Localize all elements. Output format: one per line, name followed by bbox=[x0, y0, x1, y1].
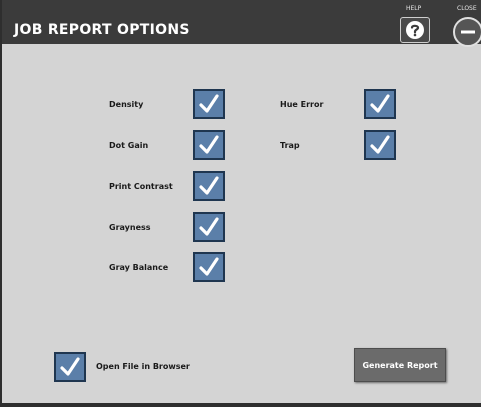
option-gray-balance-label: Gray Balance bbox=[109, 263, 169, 272]
option-dot-gain-label: Dot Gain bbox=[109, 141, 149, 150]
checkmark-icon bbox=[199, 257, 219, 276]
help-question-icon bbox=[406, 21, 424, 39]
help-caption: HELP bbox=[406, 5, 422, 12]
option-print-contrast-label: Print Contrast bbox=[109, 182, 173, 191]
report-options-window: JOB REPORT OPTIONS HELP CLOSE Density Do… bbox=[0, 0, 481, 407]
open-in-browser-checkbox[interactable] bbox=[54, 352, 86, 382]
checkmark-icon bbox=[199, 135, 219, 154]
option-hue-error-checkbox[interactable] bbox=[364, 89, 396, 119]
checkmark-icon bbox=[199, 94, 219, 113]
window-title: JOB REPORT OPTIONS bbox=[14, 22, 190, 38]
checkmark-icon bbox=[199, 217, 219, 236]
title-bar: JOB REPORT OPTIONS HELP CLOSE bbox=[2, 0, 481, 47]
checkmark-icon bbox=[60, 357, 80, 376]
option-dot-gain-checkbox[interactable] bbox=[193, 130, 225, 160]
bottom-border bbox=[2, 403, 481, 407]
option-density-label: Density bbox=[109, 100, 144, 109]
checkmark-icon bbox=[370, 135, 390, 154]
checkmark-icon bbox=[199, 176, 219, 195]
option-grayness-checkbox[interactable] bbox=[193, 212, 225, 242]
close-caption: CLOSE bbox=[457, 5, 477, 12]
checkmark-icon bbox=[370, 94, 390, 113]
option-density-checkbox[interactable] bbox=[193, 89, 225, 119]
open-in-browser-label: Open File in Browser bbox=[96, 362, 190, 371]
option-gray-balance-checkbox[interactable] bbox=[193, 252, 225, 282]
close-minus-icon bbox=[461, 30, 475, 34]
option-print-contrast-checkbox[interactable] bbox=[193, 171, 225, 201]
close-button[interactable] bbox=[453, 17, 481, 47]
option-grayness-label: Grayness bbox=[109, 223, 151, 232]
option-trap-checkbox[interactable] bbox=[364, 130, 396, 160]
help-button[interactable] bbox=[400, 17, 430, 43]
option-hue-error-label: Hue Error bbox=[280, 100, 324, 109]
generate-report-button[interactable]: Generate Report bbox=[354, 348, 446, 382]
option-trap-label: Trap bbox=[280, 141, 300, 150]
